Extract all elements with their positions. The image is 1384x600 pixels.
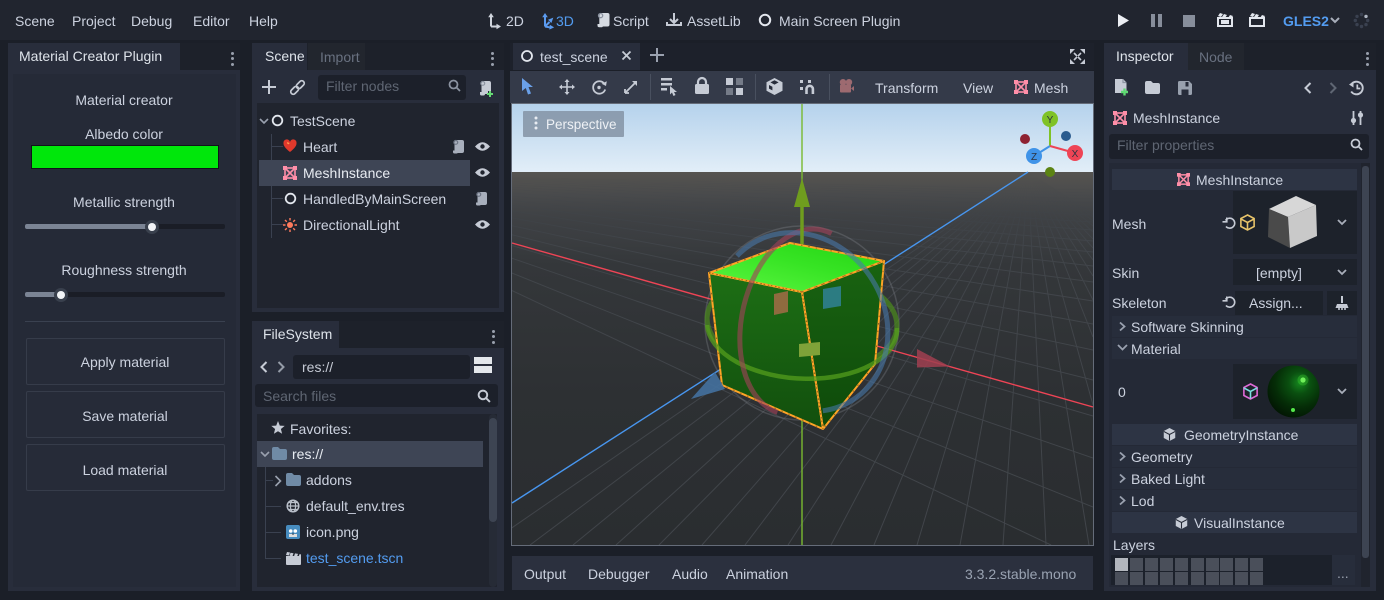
svg-text:Y: Y	[1047, 115, 1054, 126]
svg-text:X: X	[1072, 149, 1079, 160]
svg-text:Z: Z	[1031, 152, 1037, 163]
svg-text:Perspective: Perspective	[546, 117, 617, 132]
